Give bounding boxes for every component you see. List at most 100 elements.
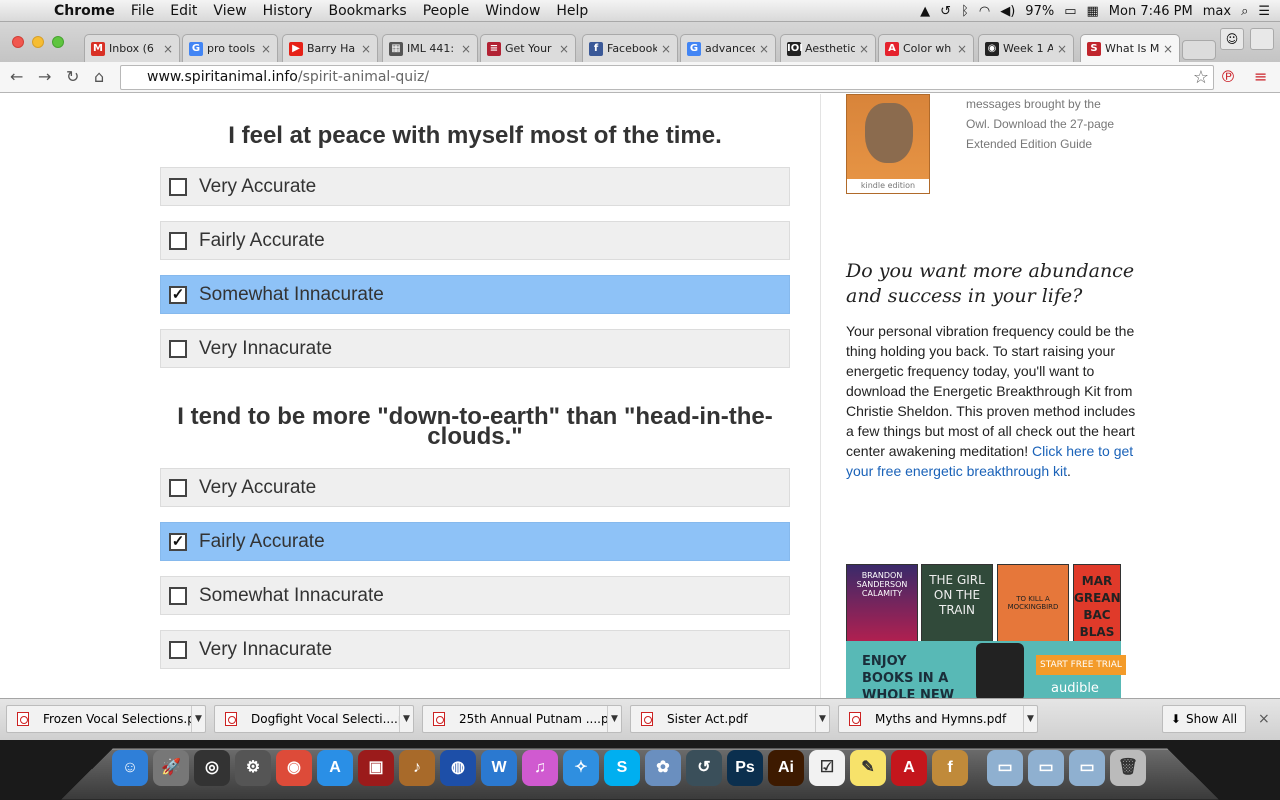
- home-icon[interactable]: ⌂: [94, 67, 104, 86]
- dock-google-earth-icon[interactable]: ◍: [440, 750, 476, 786]
- download-item[interactable]: 25th Annual Putnam ....pdf ▼: [422, 705, 622, 733]
- menu-file[interactable]: File: [131, 3, 154, 19]
- download-item[interactable]: Sister Act.pdf ▼: [630, 705, 830, 733]
- address-bar[interactable]: www.spiritanimal.info/spirit-animal-quiz…: [120, 65, 1214, 90]
- tab-close-icon[interactable]: ×: [859, 42, 869, 56]
- quiz-option[interactable]: Very Innacurate: [160, 630, 790, 669]
- quiz-option[interactable]: Very Accurate: [160, 167, 790, 206]
- dock-itunes-icon[interactable]: ♫: [522, 750, 558, 786]
- dock-font-book-icon[interactable]: f: [932, 750, 968, 786]
- tab-close-icon[interactable]: ×: [1057, 42, 1067, 56]
- download-item[interactable]: Myths and Hymns.pdf ▼: [838, 705, 1038, 733]
- menu-edit[interactable]: Edit: [170, 3, 197, 19]
- tab[interactable]: A Color wh ×: [878, 34, 974, 62]
- tab[interactable]: ◉ Week 1 A ×: [978, 34, 1074, 62]
- back-arrow-icon[interactable]: ←: [10, 67, 23, 86]
- download-item[interactable]: Dogfight Vocal Selecti....pdf▼: [214, 705, 414, 733]
- menu-app-name[interactable]: Chrome: [54, 3, 115, 19]
- menu-history[interactable]: History: [263, 3, 313, 19]
- quiz-option[interactable]: ✓ Fairly Accurate: [160, 522, 790, 561]
- menu-view[interactable]: View: [213, 3, 246, 19]
- ad-book-calamity[interactable]: BRANDON SANDERSON CALAMITY: [846, 564, 918, 642]
- tab-close-icon[interactable]: ×: [661, 42, 671, 56]
- tab[interactable]: Gadvanced ×: [680, 34, 776, 62]
- dock-photo-booth-icon[interactable]: ▣: [358, 750, 394, 786]
- audible-ad[interactable]: ENJOY BOOKS IN A WHOLE NEW WAY START FRE…: [846, 641, 1126, 698]
- dock-reminders-icon[interactable]: ☑: [809, 750, 845, 786]
- spotlight-search-icon[interactable]: ⌕: [1241, 4, 1248, 19]
- checkbox-icon[interactable]: [169, 177, 187, 196]
- dock-illustrator-icon[interactable]: Ai: [768, 750, 804, 786]
- dock-documents-folder-icon[interactable]: ▭: [1028, 750, 1064, 786]
- dock-system-prefs-icon[interactable]: ⚙: [235, 750, 271, 786]
- show-all-downloads-button[interactable]: ⬇ Show All: [1162, 705, 1246, 733]
- chrome-menu-icon[interactable]: ≡: [1254, 67, 1267, 86]
- pinterest-icon[interactable]: ℗: [1220, 67, 1236, 86]
- reload-icon[interactable]: ↻: [66, 67, 79, 86]
- dock-garageband-icon[interactable]: ♪: [399, 750, 435, 786]
- adobe-icon[interactable]: ▲: [920, 4, 930, 19]
- tab-close-icon[interactable]: ×: [461, 42, 471, 56]
- ad-book-girl-on-train[interactable]: THE GIRL ON THE TRAIN: [921, 564, 993, 642]
- audible-trial-button[interactable]: START FREE TRIAL: [1036, 655, 1126, 675]
- download-menu-arrow-icon[interactable]: ▼: [399, 706, 413, 732]
- tab-close-icon[interactable]: ×: [1163, 42, 1173, 56]
- new-tab-button[interactable]: [1182, 40, 1216, 60]
- tab-close-icon[interactable]: ×: [759, 42, 769, 56]
- download-menu-arrow-icon[interactable]: ▼: [1023, 706, 1037, 732]
- time-machine-icon[interactable]: ↺: [940, 4, 951, 19]
- tab[interactable]: S What Is M ×: [1080, 34, 1180, 62]
- forward-arrow-icon[interactable]: →: [38, 67, 51, 86]
- checked-checkbox-icon[interactable]: ✓: [169, 285, 187, 304]
- tab-close-icon[interactable]: ×: [361, 42, 371, 56]
- notification-center-icon[interactable]: ☰: [1258, 4, 1270, 19]
- owl-book-cover[interactable]: kindle edition: [846, 94, 930, 194]
- quiz-option[interactable]: Fairly Accurate: [160, 221, 790, 260]
- dock-time-machine-icon[interactable]: ↺: [686, 750, 722, 786]
- download-menu-arrow-icon[interactable]: ▼: [815, 706, 829, 732]
- profile-icon[interactable]: ☺: [1220, 28, 1244, 50]
- checkbox-icon[interactable]: [169, 586, 187, 605]
- download-menu-arrow-icon[interactable]: ▼: [607, 706, 621, 732]
- close-window-button[interactable]: [12, 36, 24, 48]
- dock-skype-icon[interactable]: S: [604, 750, 640, 786]
- dock-downloads-folder-icon[interactable]: ▭: [1069, 750, 1105, 786]
- battery-icon[interactable]: ▭: [1064, 4, 1076, 19]
- tab[interactable]: Gpro tools ×: [182, 34, 278, 62]
- tab-close-icon[interactable]: ×: [163, 42, 173, 56]
- dock-launchpad-icon[interactable]: 🚀: [153, 750, 189, 786]
- checkbox-icon[interactable]: [169, 478, 187, 497]
- tab-close-icon[interactable]: ×: [261, 42, 271, 56]
- tab[interactable]: ▶ Barry Ha ×: [282, 34, 378, 62]
- wifi-icon[interactable]: ◠: [979, 4, 990, 19]
- bookmark-star-icon[interactable]: ☆: [1193, 66, 1209, 89]
- user-name[interactable]: max: [1203, 4, 1231, 19]
- tab[interactable]: f Facebook ×: [582, 34, 678, 62]
- tab[interactable]: M Inbox (6 ×: [84, 34, 180, 62]
- download-item[interactable]: Frozen Vocal Selections.pdf ▼: [6, 705, 206, 733]
- menu-people[interactable]: People: [423, 3, 470, 19]
- dock-applications-folder-icon[interactable]: ▭: [987, 750, 1023, 786]
- dock-stickies-icon[interactable]: ✎: [850, 750, 886, 786]
- dock-word-icon[interactable]: W: [481, 750, 517, 786]
- download-menu-arrow-icon[interactable]: ▼: [191, 706, 205, 732]
- tab[interactable]: ▦ IML 441: ×: [382, 34, 478, 62]
- menu-bookmarks[interactable]: Bookmarks: [328, 3, 406, 19]
- dock-trash-icon[interactable]: 🗑: [1110, 750, 1146, 786]
- dock-dashboard-icon[interactable]: ◎: [194, 750, 230, 786]
- checked-checkbox-icon[interactable]: ✓: [169, 532, 187, 551]
- bluetooth-icon[interactable]: ᛒ: [961, 4, 969, 19]
- quiz-option[interactable]: Very Innacurate: [160, 329, 790, 368]
- ad-book-mockingbird[interactable]: TO KILL A MOCKINGBIRD: [997, 564, 1069, 642]
- checkbox-icon[interactable]: [169, 640, 187, 659]
- menu-window[interactable]: Window: [485, 3, 540, 19]
- dock-photoshop-icon[interactable]: Ps: [727, 750, 763, 786]
- dock-iphoto-icon[interactable]: ✿: [645, 750, 681, 786]
- calendar-icon[interactable]: ▦: [1087, 4, 1099, 19]
- tab[interactable]: IOI Aesthetic ×: [780, 34, 876, 62]
- clock[interactable]: Mon 7:46 PM: [1109, 4, 1193, 19]
- tab-close-icon[interactable]: ×: [957, 42, 967, 56]
- quiz-option[interactable]: ✓ Somewhat Innacurate: [160, 275, 790, 314]
- dock-app-store-icon[interactable]: A: [317, 750, 353, 786]
- tab-close-icon[interactable]: ×: [559, 42, 569, 56]
